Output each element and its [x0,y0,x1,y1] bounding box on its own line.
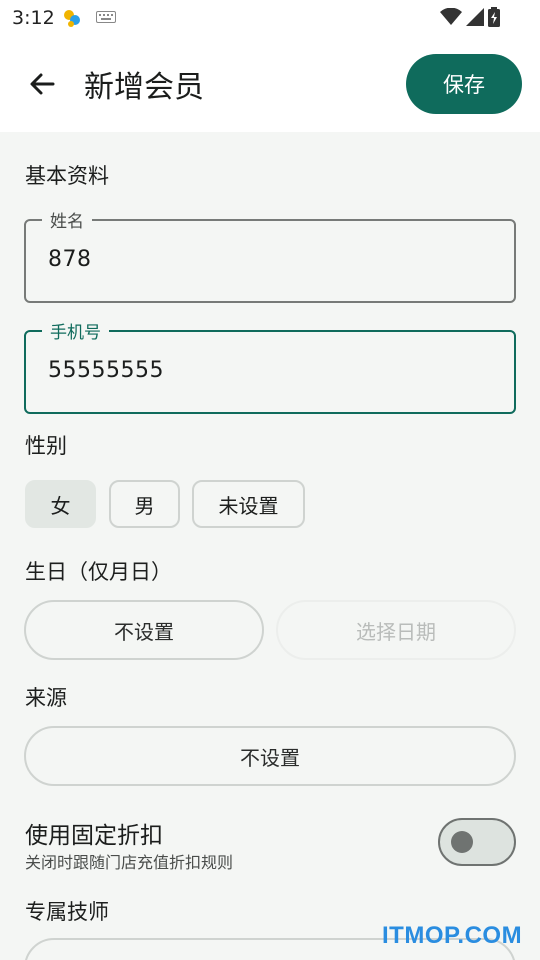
birthday-not-set-button[interactable]: 不设置 [24,600,264,660]
fixed-discount-title: 使用固定折扣 [25,823,163,849]
gender-chip-unset[interactable]: 未设置 [192,480,305,528]
page-title: 新增会员 [84,70,204,105]
section-title-basic-info: 基本资料 [25,164,109,188]
keyboard-icon [96,11,116,23]
app-notification-icon [64,10,80,27]
arrow-back-icon [30,73,55,95]
cell-signal-icon [466,8,484,26]
back-button[interactable] [20,64,64,104]
phone-field-label: 手机号 [42,318,109,343]
source-label: 来源 [25,686,67,710]
gender-chip-male[interactable]: 男 [109,480,180,528]
status-time: 3:12 [12,7,55,29]
form-content: 基本资料 姓名 878 手机号 55555555 性别 女 男 未设置 生日（仅… [0,132,540,960]
pick-date-button[interactable]: 选择日期 [276,600,516,660]
birthday-label: 生日（仅月日） [25,560,172,584]
status-icons [440,7,500,27]
phone-field[interactable]: 手机号 55555555 [24,318,516,414]
technician-label: 专属技师 [25,900,109,924]
gender-label: 性别 [25,434,67,458]
switch-knob [451,831,473,853]
watermark: ITMOP.COM [382,922,523,949]
app-bar: 新增会员 保存 [0,36,540,132]
phone-field-value: 55555555 [48,358,164,383]
fixed-discount-switch[interactable] [438,818,516,866]
name-field-value: 878 [48,247,92,272]
wifi-icon [440,8,462,25]
fixed-discount-subtitle: 关闭时跟随门店充值折扣规则 [25,853,234,872]
save-button[interactable]: 保存 [406,54,522,114]
gender-chip-female[interactable]: 女 [25,480,96,528]
name-field-label: 姓名 [42,207,92,232]
status-bar: 3:12 [0,0,540,36]
name-field[interactable]: 姓名 878 [24,207,516,303]
battery-charging-icon [488,7,500,27]
source-select-button[interactable]: 不设置 [24,726,516,786]
